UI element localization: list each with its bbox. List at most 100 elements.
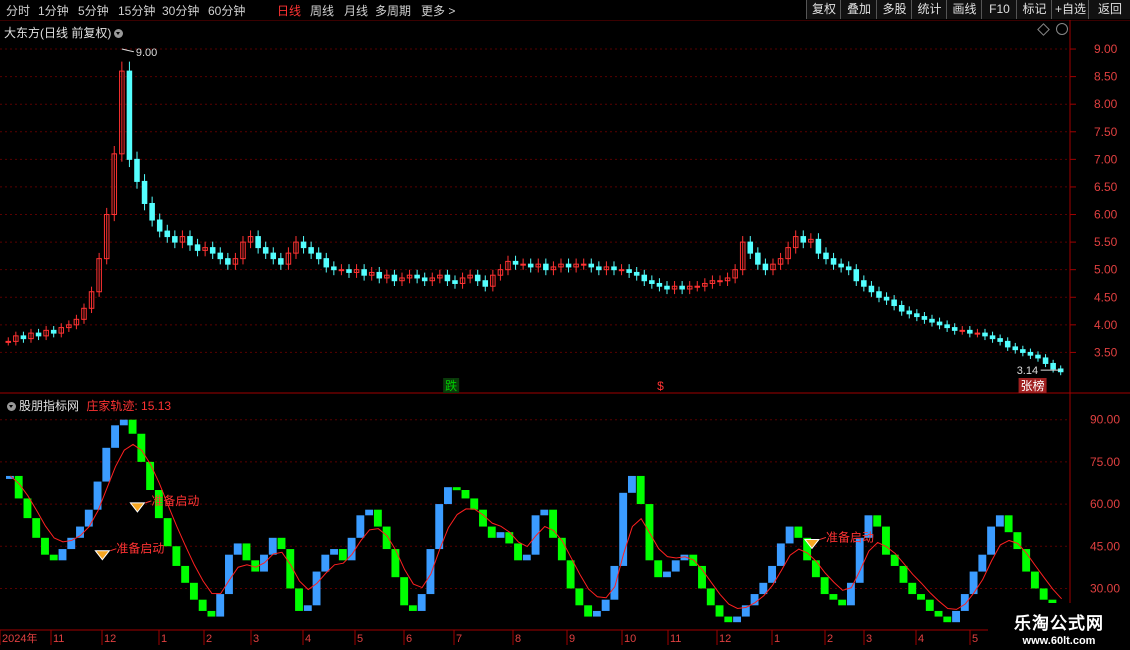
stock-title-text: 大东方(日线 前复权)	[4, 26, 112, 40]
high-pointer	[121, 48, 134, 53]
candle-body	[951, 327, 958, 331]
indicator-bar	[233, 543, 242, 555]
candle-body	[914, 313, 920, 318]
candle-body	[565, 263, 572, 268]
indicator-bar	[917, 594, 925, 600]
indicator-bar	[487, 526, 496, 538]
indicator-bar	[391, 549, 400, 578]
period-tab-8[interactable]: 月线	[344, 2, 368, 19]
candle-body	[474, 274, 481, 282]
indicator-bar	[84, 509, 93, 527]
event-marker: 张榜	[1021, 378, 1045, 393]
candle-body	[898, 305, 905, 312]
indicator-bar	[952, 610, 960, 623]
candle-body	[156, 219, 163, 232]
indicator-bar	[417, 594, 426, 611]
candle-body	[649, 280, 655, 284]
candle-body	[1042, 357, 1049, 364]
price-tick-label: 8.00	[1094, 97, 1118, 111]
indicator-bar	[444, 487, 452, 505]
watermark-logo: 乐淘公式网 www.60lt.com	[988, 603, 1130, 650]
dropdown-icon[interactable]	[114, 29, 124, 38]
settings-icon[interactable]	[1056, 23, 1068, 35]
indicator-bar	[382, 526, 391, 550]
indicator-bar	[514, 543, 522, 561]
indicator-bar	[207, 610, 216, 617]
period-tab-0[interactable]: 分时	[6, 2, 30, 19]
candle-body	[338, 269, 345, 272]
indicator-bar	[479, 509, 487, 527]
candle-body	[278, 258, 284, 265]
toolbar-button-3[interactable]: 统计	[911, 0, 947, 19]
candle-body	[149, 202, 155, 221]
toolbar-button-5[interactable]: F10	[981, 0, 1017, 19]
toolbar-button-8[interactable]: 返回	[1088, 0, 1130, 19]
indicator-bar	[715, 605, 724, 617]
indicator-bar	[172, 546, 181, 566]
indicator-bar	[505, 532, 514, 544]
indicator-bar	[960, 594, 969, 611]
period-tab-5[interactable]: 60分钟	[208, 2, 245, 19]
period-tab-4[interactable]: 30分钟	[162, 2, 199, 19]
indicator-bar	[1030, 571, 1039, 589]
indicator-name[interactable]: 股朋指标网	[19, 399, 79, 413]
x-axis-label: 3	[866, 633, 872, 645]
indicator-bar	[987, 526, 996, 555]
period-tab-3[interactable]: 15分钟	[118, 2, 155, 19]
indicator-tick-label: 90.00	[1090, 413, 1120, 427]
price-tick-label: 4.50	[1094, 290, 1118, 304]
candle-body	[694, 285, 701, 288]
indicator-bar	[312, 571, 321, 606]
indicator-bar	[829, 594, 838, 600]
candle-body	[755, 252, 761, 265]
indicator-bar	[242, 543, 251, 561]
toolbar-button-2[interactable]: 多股	[876, 0, 912, 19]
candle-body	[618, 269, 625, 272]
candle-body	[580, 263, 587, 266]
toolbar-button-6[interactable]: 标记	[1016, 0, 1052, 19]
indicator-bar	[408, 605, 417, 611]
x-axis-label: 11	[53, 633, 64, 645]
candle-body	[194, 244, 201, 251]
indicator-bar	[943, 616, 952, 623]
candle-body	[891, 299, 897, 307]
candle-body	[838, 263, 844, 268]
candle-body	[611, 266, 617, 271]
indicator-bar	[373, 509, 382, 527]
candle-body	[989, 335, 996, 340]
period-tab-6[interactable]: 日线	[277, 2, 301, 19]
candle-body	[1027, 351, 1034, 356]
period-tab-10[interactable]: 更多 >	[421, 2, 455, 19]
indicator-bar	[768, 565, 777, 583]
toolbar-button-0[interactable]: 复权	[806, 0, 841, 19]
period-tab-7[interactable]: 周线	[310, 2, 334, 19]
indicator-bar	[58, 549, 67, 561]
toolbar-button-7[interactable]: +自选	[1051, 0, 1089, 19]
candle-body	[308, 247, 314, 254]
x-axis-label: 4	[918, 633, 924, 645]
stock-title: 大东方(日线 前复权)	[4, 24, 126, 41]
toolbar-button-4[interactable]: 画线	[946, 0, 982, 19]
indicator-bar	[873, 515, 882, 527]
indicator-bar	[575, 588, 584, 606]
candle-body	[656, 282, 663, 287]
indicator-tick-label: 30.00	[1090, 581, 1120, 595]
candle-body	[845, 266, 852, 271]
indicator-bar	[820, 577, 829, 595]
high-price-label: 9.00	[136, 47, 157, 59]
indicator-tick-label: 75.00	[1090, 455, 1120, 469]
period-tab-1[interactable]: 1分钟	[38, 2, 69, 19]
x-axis-label: 12	[104, 633, 116, 645]
candle-body	[172, 236, 178, 243]
indicator-bar	[584, 605, 593, 617]
indicator-bar	[663, 571, 671, 578]
toolbar-button-1[interactable]: 叠加	[840, 0, 877, 19]
period-toolbar: 分时 1分钟 5分钟 15分钟 30分钟 60分钟 日线 周线 月线 多周期 更多 > 复权 叠加 多股统…	[0, 0, 1130, 21]
price-tick-label: 6.50	[1094, 180, 1118, 194]
x-axis-label: 7	[456, 633, 462, 645]
indicator-bar	[146, 461, 155, 490]
period-tab-2[interactable]: 5分钟	[78, 2, 109, 19]
indicator-tick-label: 60.00	[1090, 497, 1120, 511]
indicator-dropdown-icon[interactable]	[7, 402, 16, 411]
period-tab-9[interactable]: 多周期	[375, 2, 411, 19]
